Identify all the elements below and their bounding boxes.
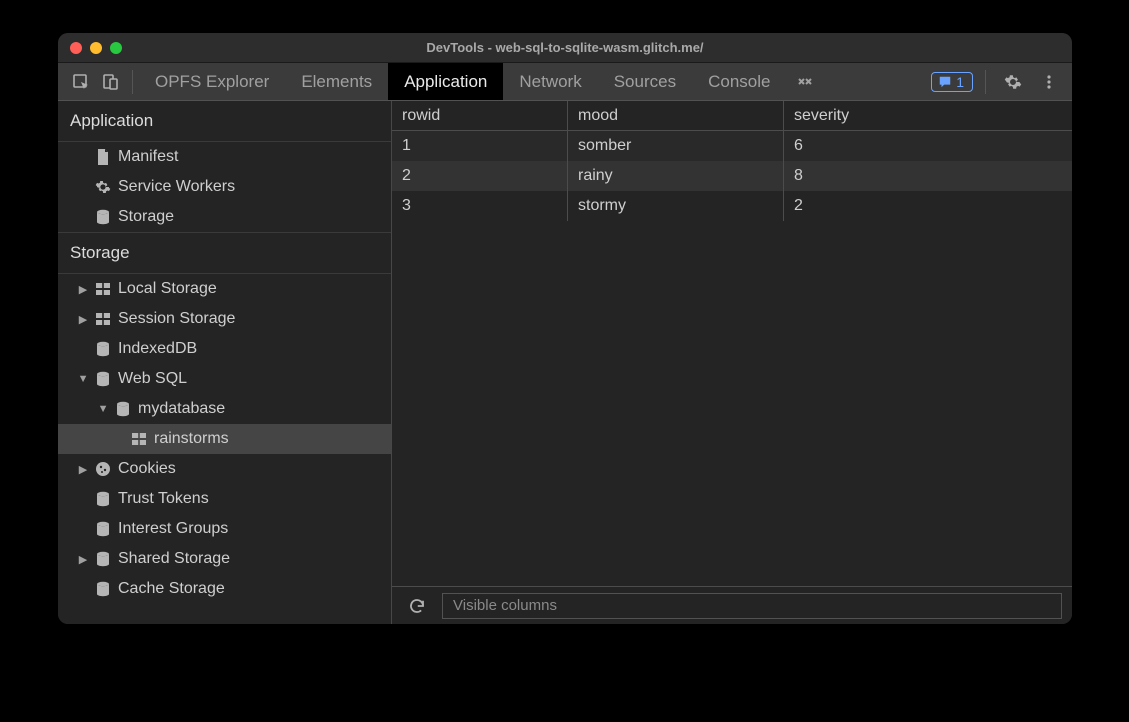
database-icon [94, 208, 112, 226]
database-icon [94, 580, 112, 598]
tab-opfs-explorer[interactable]: OPFS Explorer [139, 63, 285, 100]
table-row[interactable]: 1 somber 6 [392, 131, 1072, 161]
sidebar-item-rainstorms[interactable]: rainstorms [58, 424, 391, 454]
table-row[interactable]: 3 stormy 2 [392, 191, 1072, 221]
sidebar-item-local-storage[interactable]: ▶ Local Storage [58, 274, 391, 304]
tree-label: Cache Storage [118, 580, 225, 598]
fullscreen-button[interactable] [110, 42, 122, 54]
visible-columns-input[interactable] [442, 593, 1062, 619]
titlebar: DevTools - web-sql-to-sqlite-wasm.glitch… [58, 33, 1072, 63]
window-title: DevTools - web-sql-to-sqlite-wasm.glitch… [58, 40, 1072, 55]
cell-rowid: 3 [392, 191, 568, 221]
minimize-button[interactable] [90, 42, 102, 54]
sidebar-item-web-sql[interactable]: ▼ Web SQL [58, 364, 391, 394]
section-storage: Storage [58, 232, 391, 274]
chevron-right-icon: ▶ [78, 314, 88, 324]
devtools-window: DevTools - web-sql-to-sqlite-wasm.glitch… [58, 33, 1072, 624]
messages-badge[interactable]: 1 [931, 72, 973, 92]
cell-severity: 6 [784, 131, 1072, 161]
separator [985, 70, 986, 94]
column-rowid[interactable]: rowid [392, 101, 568, 130]
cell-mood: stormy [568, 191, 784, 221]
sidebar-item-interest-groups[interactable]: Interest Groups [58, 514, 391, 544]
cell-severity: 2 [784, 191, 1072, 221]
sidebar-item-service-workers[interactable]: Service Workers [58, 172, 391, 202]
database-icon [114, 400, 132, 418]
chevron-down-icon: ▼ [78, 374, 88, 384]
sidebar-item-storage-overview[interactable]: Storage [58, 202, 391, 232]
chevron-right-icon: ▶ [78, 284, 88, 294]
tree-label: Manifest [118, 148, 178, 166]
section-application: Application [58, 101, 391, 142]
sidebar: Application Manifest Service Workers Sto… [58, 101, 392, 624]
document-icon [94, 148, 112, 166]
cookie-icon [94, 460, 112, 478]
column-severity[interactable]: severity [784, 101, 1072, 130]
database-icon [94, 370, 112, 388]
tree-label: Interest Groups [118, 520, 228, 538]
toolbar-right: 1 [931, 67, 1064, 97]
table-icon [94, 280, 112, 298]
chevron-right-icon: ▶ [78, 554, 88, 564]
content: Application Manifest Service Workers Sto… [58, 101, 1072, 624]
sidebar-item-indexeddb[interactable]: IndexedDB [58, 334, 391, 364]
tab-network[interactable]: Network [503, 63, 597, 100]
tab-console[interactable]: Console [692, 63, 786, 100]
sidebar-item-trust-tokens[interactable]: Trust Tokens [58, 484, 391, 514]
sidebar-item-shared-storage[interactable]: ▶ Shared Storage [58, 544, 391, 574]
database-icon [94, 550, 112, 568]
close-button[interactable] [70, 42, 82, 54]
toolbar: OPFS Explorer Elements Application Netwo… [58, 63, 1072, 101]
tree-label: mydatabase [138, 400, 225, 418]
window-controls [70, 42, 122, 54]
tree-label: Session Storage [118, 310, 235, 328]
cell-severity: 8 [784, 161, 1072, 191]
refresh-icon[interactable] [402, 591, 432, 621]
tree-label: Trust Tokens [118, 490, 209, 508]
tab-strip: OPFS Explorer Elements Application Netwo… [139, 63, 824, 100]
table-icon [94, 310, 112, 328]
cell-mood: somber [568, 131, 784, 161]
table-header: rowid mood severity [392, 101, 1072, 131]
tree-label: Shared Storage [118, 550, 230, 568]
tab-elements[interactable]: Elements [285, 63, 388, 100]
tree-label: Cookies [118, 460, 176, 478]
tab-sources[interactable]: Sources [598, 63, 692, 100]
tree-label: Storage [118, 208, 174, 226]
kebab-menu-icon[interactable] [1034, 67, 1064, 97]
cell-mood: rainy [568, 161, 784, 191]
inspect-element-icon[interactable] [66, 67, 96, 97]
device-toolbar-icon[interactable] [96, 67, 126, 97]
table-icon [130, 430, 148, 448]
cell-rowid: 1 [392, 131, 568, 161]
cell-rowid: 2 [392, 161, 568, 191]
data-table: rowid mood severity 1 somber 6 2 rainy 8 [392, 101, 1072, 586]
tab-application[interactable]: Application [388, 63, 503, 100]
database-icon [94, 490, 112, 508]
gear-icon [94, 178, 112, 196]
database-icon [94, 340, 112, 358]
separator [132, 70, 133, 94]
chevron-down-icon: ▼ [98, 404, 108, 414]
main-panel: rowid mood severity 1 somber 6 2 rainy 8 [392, 101, 1072, 624]
more-tabs-icon[interactable] [786, 63, 824, 100]
sidebar-item-session-storage[interactable]: ▶ Session Storage [58, 304, 391, 334]
table-body: 1 somber 6 2 rainy 8 3 stormy 2 [392, 131, 1072, 586]
tree-label: rainstorms [154, 430, 229, 448]
settings-icon[interactable] [998, 67, 1028, 97]
tree-label: Service Workers [118, 178, 235, 196]
sidebar-item-mydatabase[interactable]: ▼ mydatabase [58, 394, 391, 424]
sidebar-item-cookies[interactable]: ▶ Cookies [58, 454, 391, 484]
database-icon [94, 520, 112, 538]
chevron-right-icon: ▶ [78, 464, 88, 474]
tree-label: Local Storage [118, 280, 217, 298]
sidebar-item-manifest[interactable]: Manifest [58, 142, 391, 172]
sidebar-item-cache-storage[interactable]: Cache Storage [58, 574, 391, 604]
tree-label: Web SQL [118, 370, 187, 388]
table-row[interactable]: 2 rainy 8 [392, 161, 1072, 191]
messages-count: 1 [956, 74, 964, 90]
tree-label: IndexedDB [118, 340, 197, 358]
table-footer [392, 586, 1072, 624]
column-mood[interactable]: mood [568, 101, 784, 130]
